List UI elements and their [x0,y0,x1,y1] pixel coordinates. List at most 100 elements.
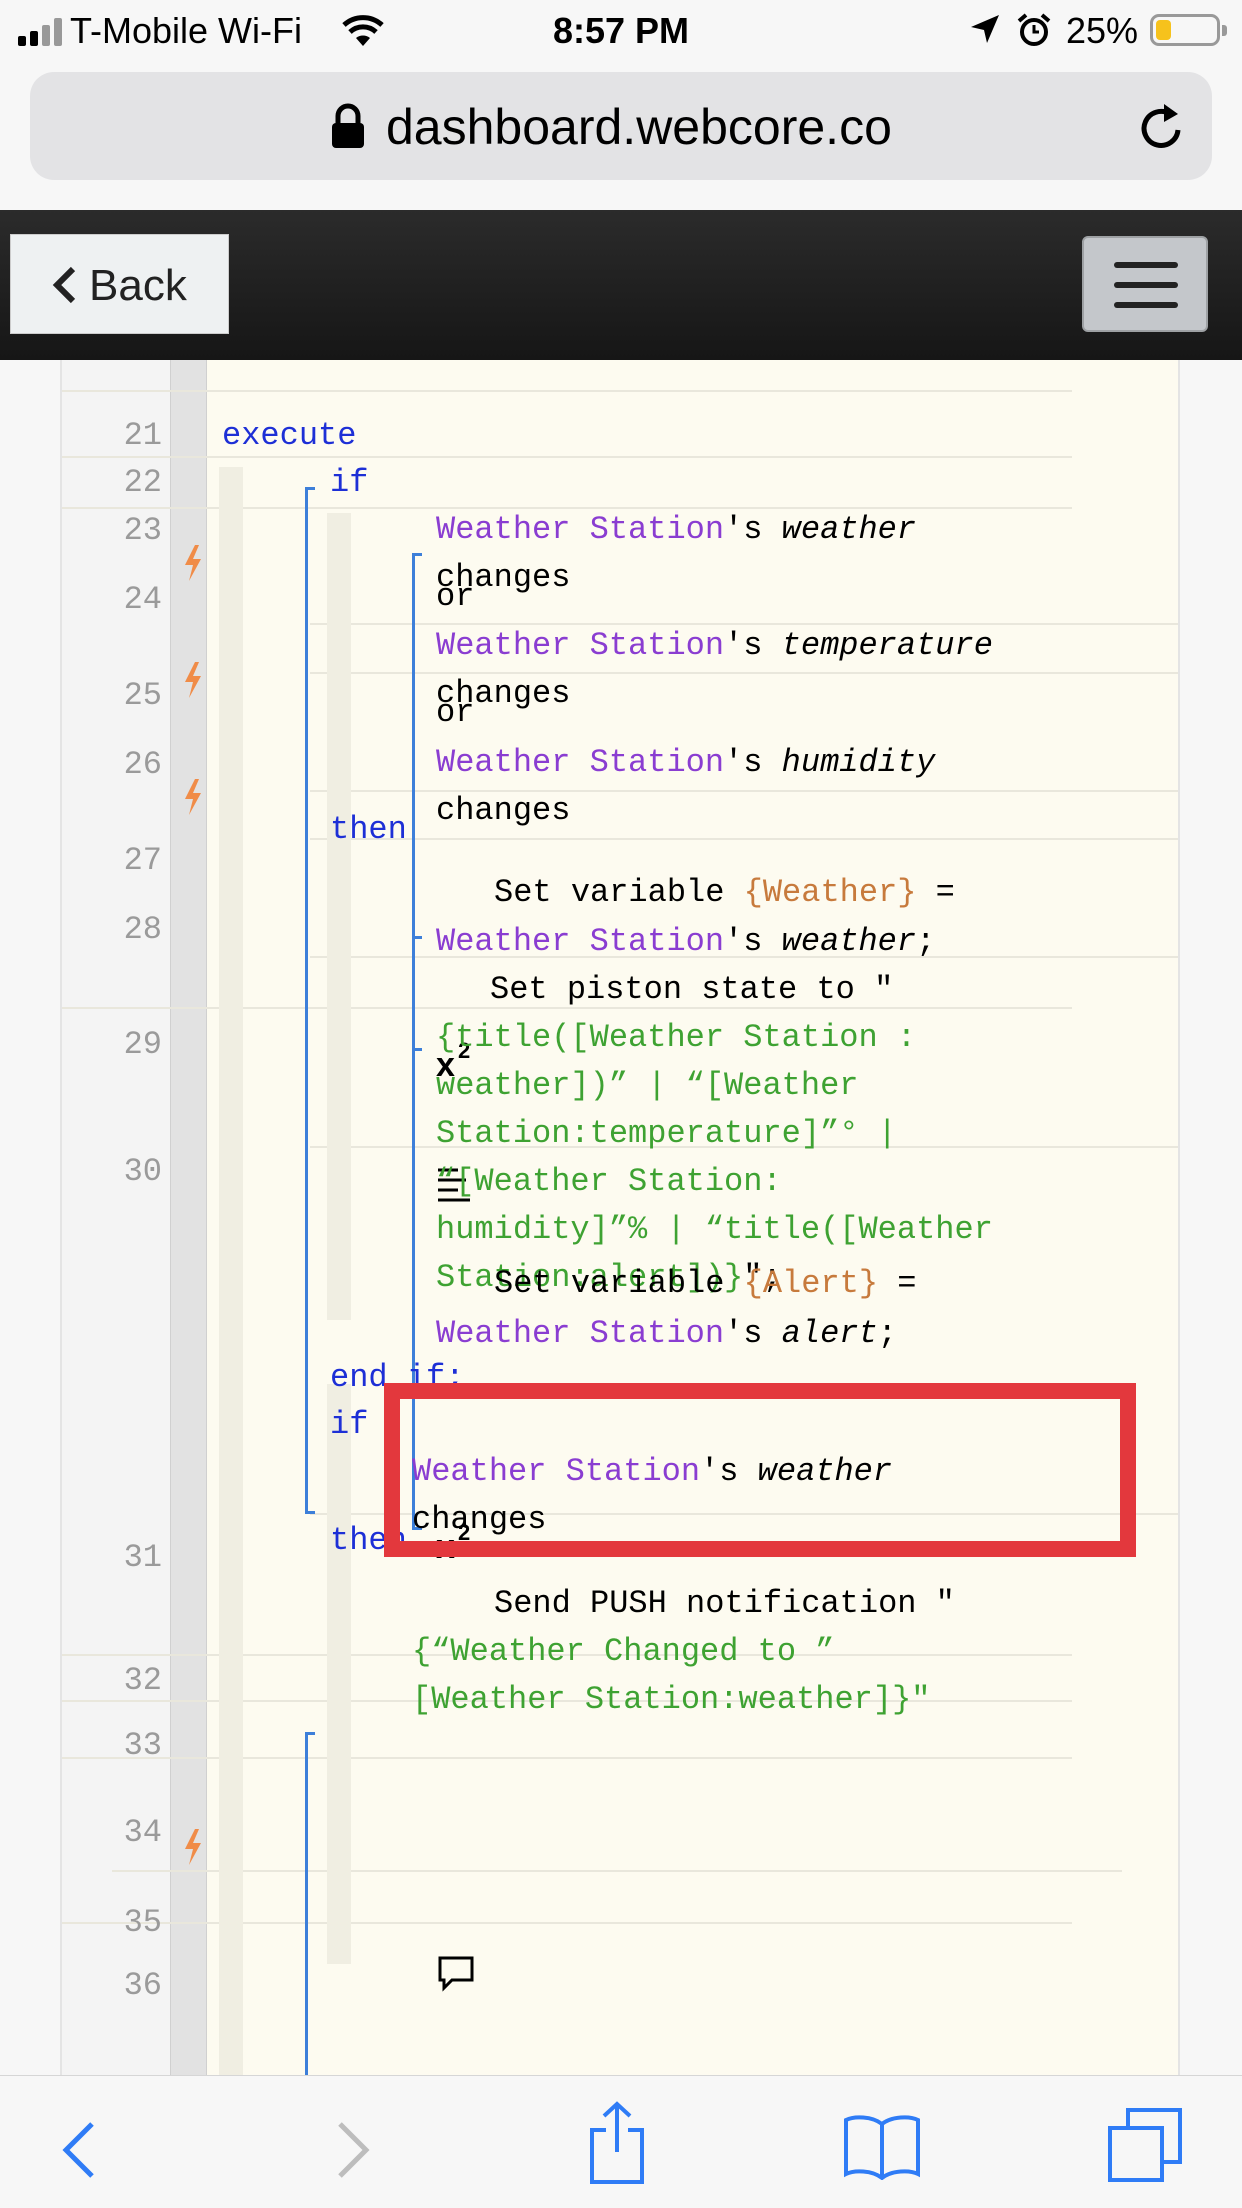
hamburger-menu-button[interactable] [1082,236,1208,332]
line-number: 22 [123,464,162,501]
code-line[interactable]: {title([Weather Station : [436,1019,916,1056]
line-number: 29 [123,1026,162,1063]
code-token: {“Weather Changed to ” [412,1633,835,1670]
address-bar[interactable]: dashboard.webcore.co [30,72,1212,180]
code-line[interactable]: Weather Station's weather; [436,923,935,960]
line-number: 35 [123,1904,162,1941]
indent-column [327,513,351,1320]
code-token: alert [781,1315,878,1352]
red-highlight-box [384,1383,1136,1557]
code-line[interactable]: Weather Station's humidity [436,744,935,781]
code-line[interactable]: if [330,464,368,501]
app-navbar: Back [0,210,1242,360]
trigger-bolt-icon [185,662,201,698]
code-line[interactable]: Weather Station's weather [436,511,916,548]
browser-toolbar [0,2075,1242,2208]
line-number: 32 [123,1662,162,1699]
code-token: Set variable [494,874,744,911]
code-line[interactable]: humidity]”% | “title([Weather [436,1211,993,1248]
code-token: 's [724,744,782,781]
code-line[interactable]: {“Weather Changed to ” [412,1633,834,1670]
battery-icon [1150,14,1227,46]
line-separator [62,1757,1072,1759]
line-number: 31 [123,1539,162,1576]
lock-icon [332,103,364,148]
code-token: ; [916,923,936,960]
code-token: weather [781,511,917,548]
code-line[interactable]: then [330,811,407,848]
indent-column [219,467,243,2075]
code-line[interactable]: “[Weather Station: [436,1163,782,1200]
line-number: 23 [123,512,162,549]
line-separator [62,390,1072,392]
code-line[interactable]: if [330,1406,368,1443]
code-token: humidity [781,744,936,781]
code-token: Weather Station [436,511,725,548]
line-number: 21 [123,417,162,454]
back-chevron-icon [52,266,76,304]
back-label: Back [89,261,187,310]
line-number: 27 [123,842,162,879]
code-token: humidity]”% | “title([Weather [436,1211,993,1248]
line-number: 26 [123,746,162,783]
line-number: 34 [123,1814,162,1851]
nav-forward-icon[interactable] [334,2118,374,2182]
code-token: Weather Station [436,1315,725,1352]
block-guide [305,487,308,1512]
code-token: changes [436,792,571,829]
code-line[interactable]: or [436,694,474,731]
code-line[interactable]: Weather Station's alert; [436,1315,897,1352]
code-token: Weather Station [436,923,725,960]
trigger-bolt-icon [185,779,201,815]
code-token: ; [877,1315,897,1352]
code-token: or [436,578,475,615]
code-token: Set piston state to " [490,971,894,1008]
code-line[interactable]: or [436,578,474,615]
code-token: or [436,694,475,731]
code-line[interactable]: Send PUSH notification " [494,1585,955,1622]
code-token: if [330,464,369,501]
code-token: = [916,874,955,911]
line-number: 28 [123,911,162,948]
code-line[interactable]: changes [436,792,570,829]
bookmarks-icon[interactable] [842,2112,922,2180]
tabs-icon[interactable] [1106,2106,1184,2184]
piston-code-view[interactable]: x2x2 21 execute 22 if 23 Weather Station's we… [60,360,1180,2075]
code-token: Weather Station [436,627,725,664]
code-token: weather])” | “[Weather [436,1067,859,1104]
code-line[interactable]: Set piston state to " [490,971,893,1008]
line-separator [62,1922,1072,1924]
block-guide [305,1511,315,1514]
block-guide [412,553,422,556]
block-guide [305,1732,308,2075]
code-token: if [330,1406,369,1443]
block-guide [305,487,315,490]
location-arrow-icon [971,15,999,43]
code-line[interactable]: weather])” | “[Weather [436,1067,858,1104]
code-line[interactable]: Station:temperature]”° | [436,1115,897,1152]
code-line[interactable]: [Weather Station:weather]}" [412,1681,930,1718]
line-separator [310,838,1178,840]
clock-time: 8:57 PM [552,10,690,51]
line-separator [112,1870,1122,1872]
code-token: Weather Station [436,744,725,781]
code-token: {Alert} [743,1265,879,1302]
reload-icon[interactable] [1134,100,1190,156]
code-line[interactable]: Weather Station's temperature [436,627,993,664]
code-token: temperature [781,627,993,664]
code-token: {Weather} [743,874,917,911]
code-token: Set variable [494,1265,744,1302]
push-notification-icon [438,1956,474,1992]
line-number: 33 [123,1727,162,1764]
back-button[interactable]: Back [10,234,229,334]
url-text: dashboard.webcore.co [386,99,892,155]
code-line[interactable]: execute [222,417,356,454]
code-line[interactable]: Set variable {Alert} = [494,1265,916,1302]
nav-back-icon[interactable] [58,2118,98,2182]
code-token: “[Weather Station: [436,1163,782,1200]
status-bar: T-Mobile Wi-Fi 8:57 PM 25% [0,0,1242,62]
block-guide [412,936,422,939]
code-token: then [330,811,407,848]
code-line[interactable]: Set variable {Weather} = [494,874,955,911]
share-icon[interactable] [586,2100,648,2186]
